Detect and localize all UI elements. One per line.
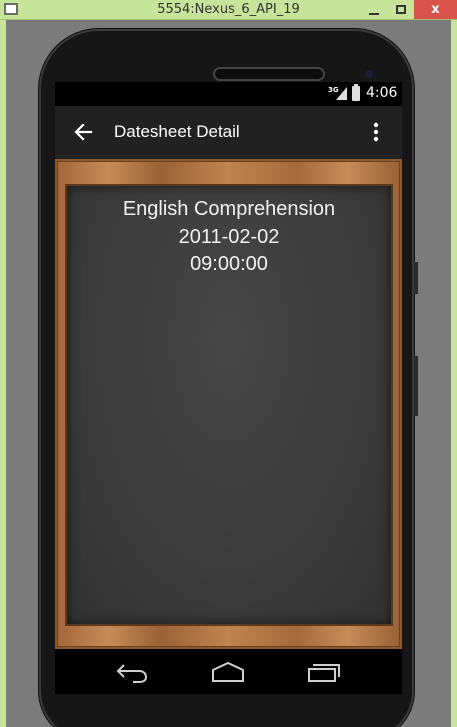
chalkboard: English Comprehension 2011-02-02 09:00:0… <box>65 184 393 626</box>
emulator-titlebar: 5554:Nexus_6_API_19 x <box>0 0 457 20</box>
battery-icon <box>352 84 360 101</box>
overflow-menu-icon <box>373 122 379 142</box>
minimize-icon <box>369 12 379 15</box>
app-bar: Datesheet Detail <box>55 106 402 159</box>
maximize-icon <box>396 5 406 14</box>
status-bar: 3G 4:06 <box>55 82 402 106</box>
nav-home-icon <box>212 661 244 682</box>
nav-back-icon <box>116 664 148 683</box>
phone-screen: 3G 4:06 Datesheet Detail English Compreh… <box>55 82 402 694</box>
back-button[interactable] <box>69 118 97 146</box>
close-button[interactable]: x <box>414 0 457 19</box>
subject-name: English Comprehension <box>122 198 336 220</box>
minimize-button[interactable] <box>361 0 387 19</box>
navigation-bar <box>55 649 402 694</box>
volume-button[interactable] <box>414 262 418 294</box>
wooden-frame: English Comprehension 2011-02-02 09:00:0… <box>57 161 400 647</box>
arrow-left-icon <box>74 123 93 141</box>
maximize-button[interactable] <box>388 0 414 19</box>
exam-time: 09:00:00 <box>190 253 268 275</box>
status-time: 4:06 <box>366 85 398 101</box>
signal-icon <box>336 87 347 100</box>
close-icon: x <box>431 2 440 17</box>
content-area: English Comprehension 2011-02-02 09:00:0… <box>55 159 402 649</box>
exam-date: 2011-02-02 <box>178 226 280 248</box>
overflow-menu-button[interactable] <box>368 120 384 144</box>
speaker-grille <box>213 67 325 81</box>
nav-home-button[interactable] <box>208 657 248 687</box>
page-title: Datesheet Detail <box>114 122 240 141</box>
nav-recents-button[interactable] <box>304 657 344 687</box>
nav-recents-icon <box>308 664 340 682</box>
nav-back-button[interactable] <box>112 657 152 687</box>
power-button[interactable] <box>414 356 418 416</box>
front-camera <box>365 70 373 78</box>
